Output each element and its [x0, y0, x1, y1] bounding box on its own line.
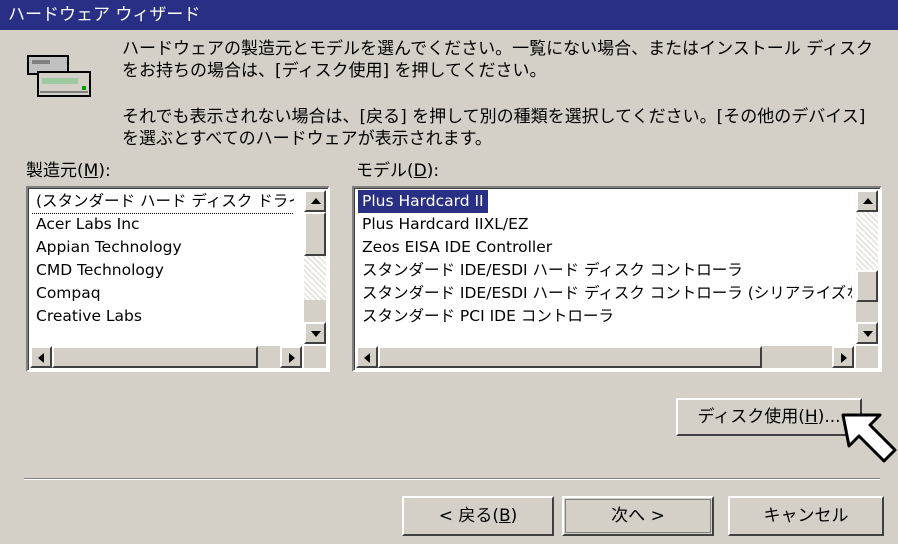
model-vertical-scrollbar[interactable] — [856, 190, 878, 344]
instruction-text-2: それでも表示されない場合は、[戻る] を押して別の種類を選択してください。[その… — [122, 107, 866, 149]
window-title: ハードウェア ウィザード — [0, 0, 898, 30]
separator — [24, 478, 880, 480]
scroll-down-arrow-icon[interactable] — [304, 322, 326, 344]
scroll-track[interactable] — [304, 256, 326, 300]
scrollbar-corner — [856, 346, 878, 368]
back-button[interactable]: < 戻る(B) — [402, 496, 554, 536]
next-button[interactable]: 次へ > — [562, 496, 714, 536]
manufacturer-item[interactable]: Appian Technology — [32, 236, 294, 259]
model-item-selected[interactable]: Plus Hardcard II — [358, 190, 488, 213]
manufacturer-listbox[interactable]: (スタンダード ハード ディスク ドライバ) Acer Labs Inc App… — [26, 186, 330, 372]
model-label: モデル(D): — [356, 161, 440, 181]
scroll-up-arrow-icon[interactable] — [304, 190, 326, 212]
scroll-thumb[interactable] — [378, 346, 762, 368]
scroll-thumb[interactable] — [52, 346, 258, 368]
manufacturer-item[interactable]: Acer Labs Inc — [32, 213, 294, 236]
model-item[interactable]: Zeos EISA IDE Controller — [358, 236, 852, 259]
scroll-right-arrow-icon[interactable] — [832, 346, 854, 368]
scrollbar-corner — [304, 346, 326, 368]
scroll-left-arrow-icon[interactable] — [30, 346, 52, 368]
manufacturer-item[interactable]: Creative Labs — [32, 305, 294, 328]
scroll-thumb[interactable] — [304, 212, 326, 256]
model-listbox[interactable]: Plus Hardcard II Plus Hardcard IIXL/EZ Z… — [352, 186, 882, 372]
model-item[interactable]: Plus Hardcard IIXL/EZ — [358, 213, 852, 236]
manufacturer-item[interactable]: (スタンダード ハード ディスク ドライバ) — [32, 190, 294, 214]
manufacturer-horizontal-scrollbar[interactable] — [30, 346, 302, 368]
model-horizontal-scrollbar[interactable] — [356, 346, 854, 368]
scroll-track[interactable] — [856, 212, 878, 270]
scroll-thumb[interactable] — [856, 270, 878, 302]
scroll-left-arrow-icon[interactable] — [356, 346, 378, 368]
scroll-up-arrow-icon[interactable] — [856, 190, 878, 212]
pointer-arrow-icon — [841, 413, 897, 463]
manufacturer-vertical-scrollbar[interactable] — [304, 190, 326, 344]
cancel-button[interactable]: キャンセル — [728, 496, 884, 536]
model-item[interactable]: スタンダード IDE/ESDI ハード ディスク コントローラ — [358, 259, 852, 282]
manufacturer-item[interactable]: Compaq — [32, 282, 294, 305]
have-disk-button[interactable]: ディスク使用(H)... — [676, 398, 862, 436]
model-item[interactable]: スタンダード IDE/ESDI ハード ディスク コントローラ (シリアライズな… — [358, 282, 852, 305]
scroll-down-arrow-icon[interactable] — [856, 322, 878, 344]
model-item[interactable]: スタンダード PCI IDE コントローラ — [358, 305, 852, 328]
scroll-right-arrow-icon[interactable] — [280, 346, 302, 368]
hard-disk-controller-icon — [27, 55, 91, 97]
instruction-text-1: ハードウェアの製造元とモデルを選んでください。一覧にない場合、またはインストール… — [122, 39, 874, 81]
manufacturer-item[interactable]: CMD Technology — [32, 259, 294, 282]
manufacturer-label: 製造元(M): — [26, 161, 111, 181]
